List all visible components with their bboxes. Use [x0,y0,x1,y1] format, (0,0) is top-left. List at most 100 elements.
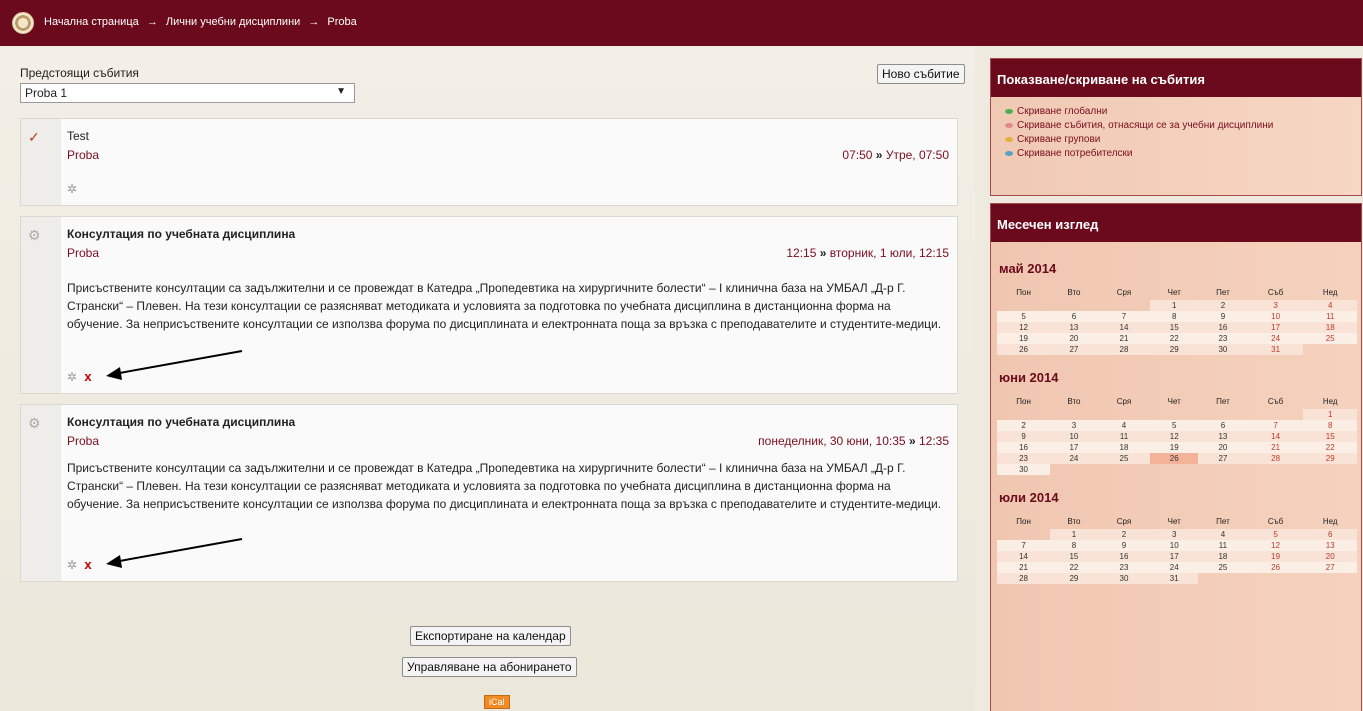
calendar-day[interactable]: 14 [1247,431,1304,442]
calendar-day[interactable]: 12 [1150,431,1199,442]
calendar-day[interactable]: 12 [1247,540,1304,551]
calendar-day[interactable]: 5 [997,311,1051,322]
calendar-day[interactable]: 20 [1198,442,1248,453]
calendar-day[interactable]: 8 [1303,420,1357,431]
calendar-day[interactable]: 22 [1303,442,1357,453]
calendar-day[interactable]: 18 [1198,551,1248,562]
calendar-day[interactable]: 18 [1303,322,1357,333]
month-title[interactable]: май 2014 [999,261,1355,276]
calendar-day[interactable]: 5 [1247,529,1304,540]
calendar-day[interactable]: 23 [997,453,1051,464]
calendar-day[interactable]: 30 [1097,573,1151,584]
event-course[interactable]: Proba [67,148,99,162]
calendar-day[interactable]: 26 [1150,453,1199,464]
calendar-day[interactable]: 22 [1150,333,1199,344]
calendar-day[interactable]: 29 [1303,453,1357,464]
gear-icon[interactable]: ✲ [67,182,77,196]
calendar-day[interactable]: 3 [1050,420,1098,431]
calendar-day[interactable]: 31 [1247,344,1304,355]
calendar-day[interactable]: 24 [1050,453,1098,464]
calendar-day[interactable]: 15 [1050,551,1098,562]
calendar-day[interactable]: 29 [1050,573,1098,584]
calendar-day[interactable]: 21 [1097,333,1151,344]
filter-toggle[interactable]: Скриване глобални [1005,105,1347,119]
calendar-day[interactable]: 28 [1247,453,1304,464]
calendar-day[interactable]: 16 [1097,551,1151,562]
calendar-day[interactable]: 8 [1150,311,1199,322]
calendar-day[interactable]: 11 [1198,540,1248,551]
calendar-day[interactable]: 10 [1050,431,1098,442]
calendar-day[interactable]: 2 [997,420,1051,431]
calendar-day[interactable]: 31 [1150,573,1199,584]
new-event-button[interactable]: Ново събитие [877,64,965,84]
calendar-day[interactable]: 4 [1097,420,1151,431]
breadcrumb-my-courses[interactable]: Лични учебни дисциплини [166,16,300,28]
calendar-day[interactable]: 9 [1097,540,1151,551]
calendar-day[interactable]: 16 [997,442,1051,453]
calendar-day[interactable]: 2 [1097,529,1151,540]
calendar-day[interactable]: 27 [1198,453,1248,464]
event-title[interactable]: Консултация по учебната дисциплина [67,227,295,241]
gear-icon[interactable]: ✲ [67,370,77,384]
calendar-day[interactable]: 1 [1050,529,1098,540]
filter-toggle[interactable]: Скриване потребителски [1005,147,1347,161]
calendar-day[interactable]: 19 [1150,442,1199,453]
month-title[interactable]: юни 2014 [999,370,1355,385]
calendar-day[interactable]: 28 [997,573,1051,584]
calendar-day[interactable]: 11 [1097,431,1151,442]
calendar-day[interactable]: 28 [1097,344,1151,355]
calendar-day[interactable]: 12 [997,322,1051,333]
university-logo[interactable] [12,12,34,34]
calendar-day[interactable]: 18 [1097,442,1151,453]
calendar-day[interactable]: 23 [1097,562,1151,573]
month-title[interactable]: юли 2014 [999,490,1355,505]
event-course[interactable]: Proba [67,434,99,448]
breadcrumb-course[interactable]: Proba [327,16,356,28]
calendar-day[interactable]: 9 [997,431,1051,442]
calendar-day[interactable]: 13 [1303,540,1357,551]
calendar-day[interactable]: 7 [1097,311,1151,322]
calendar-day[interactable]: 20 [1303,551,1357,562]
calendar-day[interactable]: 17 [1247,322,1304,333]
calendar-day[interactable]: 27 [1303,562,1357,573]
event-title[interactable]: Test [67,129,89,143]
calendar-day[interactable]: 14 [1097,322,1151,333]
calendar-day[interactable]: 11 [1303,311,1357,322]
gear-icon[interactable]: ✲ [67,558,77,572]
calendar-day[interactable]: 13 [1198,431,1248,442]
calendar-day[interactable]: 15 [1150,322,1199,333]
calendar-day[interactable]: 23 [1198,333,1248,344]
calendar-day[interactable]: 24 [1150,562,1199,573]
event-title[interactable]: Консултация по учебната дисциплина [67,415,295,429]
calendar-day[interactable]: 6 [1050,311,1098,322]
calendar-day[interactable]: 1 [1150,300,1199,311]
calendar-day[interactable]: 5 [1150,420,1199,431]
calendar-day[interactable]: 21 [997,562,1051,573]
event-course[interactable]: Proba [67,246,99,260]
calendar-day[interactable]: 25 [1097,453,1151,464]
calendar-day[interactable]: 7 [1247,420,1304,431]
calendar-day[interactable]: 30 [997,464,1051,475]
calendar-day[interactable]: 26 [997,344,1051,355]
calendar-day[interactable]: 27 [1050,344,1098,355]
calendar-day[interactable]: 15 [1303,431,1357,442]
course-select[interactable]: Proba 1 ▼ [20,83,355,103]
calendar-day[interactable]: 8 [1050,540,1098,551]
calendar-day[interactable]: 17 [1050,442,1098,453]
calendar-day[interactable]: 19 [997,333,1051,344]
calendar-day[interactable]: 20 [1050,333,1098,344]
calendar-day[interactable]: 25 [1198,562,1248,573]
calendar-day[interactable]: 4 [1303,300,1357,311]
ical-badge[interactable]: iCal [484,695,510,709]
filter-toggle[interactable]: Скриване събития, отнасящи се за учебни … [1005,119,1347,133]
calendar-day[interactable]: 26 [1247,562,1304,573]
filter-toggle[interactable]: Скриване групови [1005,133,1347,147]
calendar-day[interactable]: 9 [1198,311,1248,322]
manage-subscriptions-button[interactable]: Управляване на абонирането [402,657,577,677]
calendar-day[interactable]: 1 [1303,409,1357,420]
calendar-day[interactable]: 10 [1247,311,1304,322]
breadcrumb-home[interactable]: Начална страница [44,16,139,28]
delete-icon[interactable]: x [84,557,91,572]
calendar-day[interactable]: 7 [997,540,1051,551]
delete-icon[interactable]: x [84,369,91,384]
